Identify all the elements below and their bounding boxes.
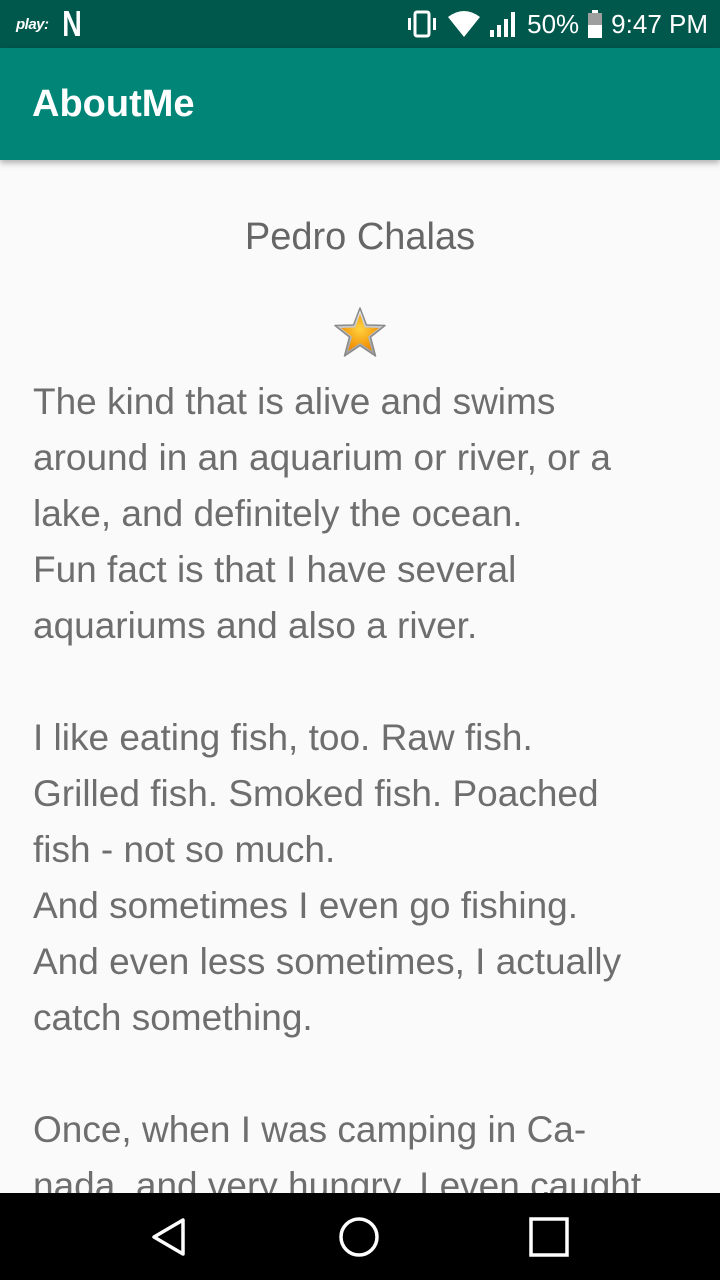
status-left: play: N <box>16 6 85 42</box>
back-icon[interactable] <box>148 1216 190 1258</box>
battery-percent: 50% <box>527 8 580 39</box>
bio-text: The kind that is alive and swims around … <box>33 381 642 1193</box>
status-bar: play: N 50% 9:47 PM <box>0 0 720 48</box>
wifi-icon <box>447 10 481 38</box>
battery-icon <box>587 10 603 38</box>
app-title: AboutMe <box>32 82 195 125</box>
netflix-notification-icon: N <box>61 3 82 44</box>
recents-icon[interactable] <box>528 1216 570 1258</box>
app-bar: AboutMe <box>0 48 720 160</box>
navigation-bar <box>0 1193 720 1280</box>
vibrate-icon <box>405 10 439 38</box>
home-icon[interactable] <box>338 1216 380 1258</box>
clock: 9:47 PM <box>611 8 708 39</box>
star-icon <box>334 307 386 357</box>
status-right: 50% 9:47 PM <box>405 9 708 40</box>
play-notification-icon: play: <box>16 15 49 33</box>
profile-name: Pedro Chalas <box>244 216 476 258</box>
scroll-content[interactable]: Pedro Chalas The kind that is alive and … <box>0 160 720 1193</box>
signal-icon <box>489 10 519 38</box>
